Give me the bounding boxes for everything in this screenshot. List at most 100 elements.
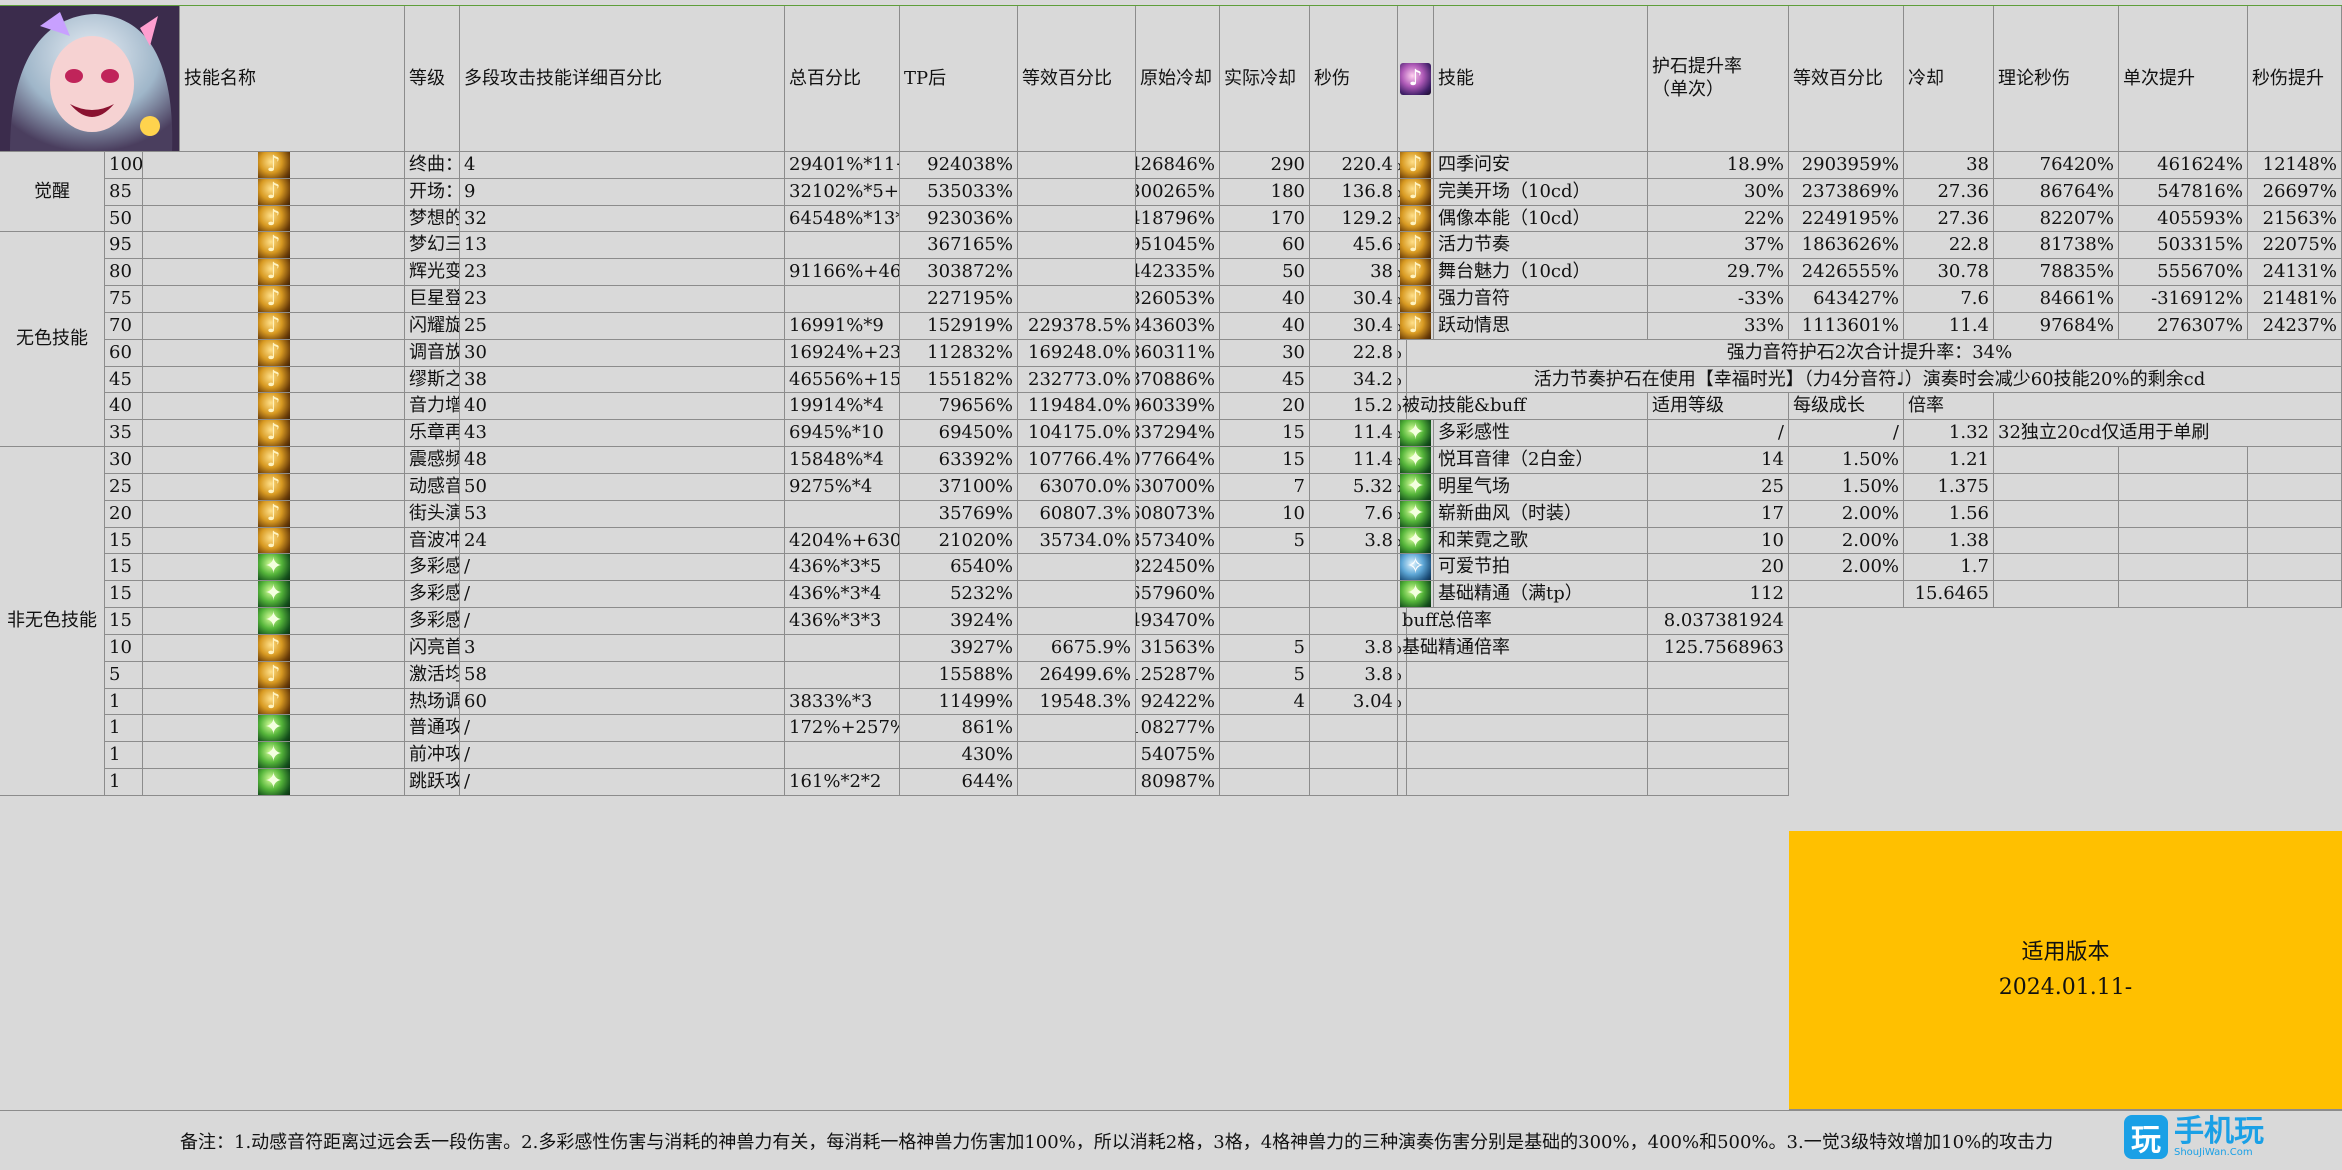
passive-icon-glyph: ✦ — [1400, 473, 1431, 500]
skill-lv: 95 — [105, 232, 143, 260]
skill-icon-glyph: ♪ — [257, 420, 290, 447]
skill-name: 震感频谱 — [405, 447, 460, 474]
skill-tp: 104175.0% — [1018, 420, 1136, 448]
stone-dps-gain: 26697% — [2248, 178, 2342, 206]
skill-multi: 436%*3*5 — [785, 554, 900, 582]
passive-level: 20 — [1648, 554, 1789, 582]
skill-total: 79656% — [900, 393, 1018, 421]
skill-tp — [1018, 608, 1136, 635]
skill-name: 多彩感性（律8♪力4♩ ） — [405, 608, 460, 635]
stone-icon-glyph: ♪ — [1400, 286, 1431, 312]
passive-icon-glyph: ✦ — [1400, 447, 1431, 473]
skill-icon: ♪ — [143, 152, 405, 179]
passive-blank — [2248, 500, 2342, 528]
skill-equiv: 4300265% — [1136, 178, 1220, 206]
skill-total: 3924% — [900, 608, 1018, 635]
stone-theory: 81738% — [1994, 232, 2119, 260]
skill-name: 普通攻击 — [405, 715, 460, 743]
skill-tp: 6675.9% — [1018, 634, 1136, 662]
skill-icon-glyph: ♪ — [257, 661, 290, 688]
skill-equiv: 630700% — [1136, 473, 1220, 501]
skill-icon-glyph: ✦ — [257, 715, 290, 742]
skill-base-cd: 180 — [1220, 178, 1310, 206]
skill-icon: ♪ — [143, 447, 405, 474]
skill-level: 43 — [460, 420, 785, 448]
skill-icon: ♪ — [143, 661, 405, 689]
portrait-art — [0, 6, 179, 151]
stone-cd: 30.78 — [1904, 259, 1994, 287]
skill-total: 303872% — [900, 259, 1018, 287]
passive-icon: ✦ — [1398, 500, 1434, 528]
blank-cell — [1398, 769, 1648, 796]
skill-name: 闪亮首秀 — [405, 634, 460, 662]
blank-cell — [1398, 742, 1648, 770]
passive-blank — [2248, 527, 2342, 555]
header-stone-icon-glyph: ♪ — [1400, 62, 1431, 95]
skill-base-cd — [1220, 715, 1310, 743]
skill-name: 闪耀旋律 — [405, 312, 460, 340]
stone-single: 461624% — [2119, 152, 2248, 179]
skill-icon: ♪ — [143, 527, 405, 555]
passive-name: 和茉霓之歌 — [1434, 527, 1648, 555]
skill-equiv: 2951045% — [1136, 232, 1220, 260]
skill-level: / — [460, 769, 785, 796]
blank-cell — [1648, 661, 1789, 689]
header-stone-icon: ♪ — [1398, 6, 1434, 152]
skill-equiv: 493470% — [1136, 608, 1220, 635]
version-date: 2024.01.11- — [1998, 975, 2133, 1000]
passive-icon: ✦ — [1398, 447, 1434, 474]
passive-blank — [2119, 447, 2248, 474]
skill-icon-glyph: ♪ — [257, 178, 290, 205]
skill-icon: ✦ — [143, 715, 405, 743]
stone-single: 503315% — [2119, 232, 2248, 260]
stone-cd: 22.8 — [1904, 232, 1994, 260]
skill-icon-glyph: ♪ — [257, 500, 290, 527]
skill-icon: ♪ — [143, 259, 405, 287]
skill-cd: 34.2 — [1310, 366, 1398, 394]
skill-cd: 11.4 — [1310, 420, 1398, 448]
header-equiv-pct: 等效百分比 — [1018, 6, 1136, 152]
skill-icon: ♪ — [143, 232, 405, 260]
skill-level: / — [460, 715, 785, 743]
skill-lv: 15 — [105, 608, 143, 635]
skill-name: 跳跃攻击 — [405, 769, 460, 796]
skill-lv: 70 — [105, 312, 143, 340]
header-dps: 秒伤 — [1310, 6, 1398, 152]
stone-gain: 33% — [1648, 312, 1789, 340]
skill-name: 激活均衡器 — [405, 661, 460, 689]
blank-cell — [1648, 688, 1789, 716]
passive-icon-glyph: ✦ — [1400, 581, 1431, 608]
watermark-logo: 玩 手机玩 ShouJiWan.Com — [2124, 1110, 2324, 1164]
skill-base-cd: 5 — [1220, 527, 1310, 555]
passive-growth: / — [1789, 420, 1904, 448]
stone-cd: 11.4 — [1904, 312, 1994, 340]
header-base-cd: 原始冷却 — [1136, 6, 1220, 152]
skill-tp: 229378.5% — [1018, 312, 1136, 340]
skill-total: 644% — [900, 769, 1018, 796]
skill-level: 4 — [460, 152, 785, 179]
skill-multi: 161%*2*2 — [785, 769, 900, 796]
skill-multi: 16924%+23977%*4 — [785, 339, 900, 367]
skill-name: 热场调音 — [405, 688, 460, 716]
blank-cell — [1648, 742, 1789, 770]
section-colorless: 无色技能 — [0, 232, 105, 448]
skill-multi: 6945%*10 — [785, 420, 900, 448]
skill-cd: 129.2 — [1310, 205, 1398, 233]
skill-equiv: 960339% — [1136, 393, 1220, 421]
skill-total: 37100% — [900, 473, 1018, 501]
skill-level: 53 — [460, 500, 785, 528]
skill-tp: 232773.0% — [1018, 366, 1136, 394]
skill-icon: ♪ — [143, 688, 405, 716]
skill-cd — [1310, 769, 1398, 796]
skill-base-cd: 50 — [1220, 259, 1310, 287]
skill-level: 30 — [460, 339, 785, 367]
blank-cell — [1398, 688, 1648, 716]
skill-base-cd: 5 — [1220, 661, 1310, 689]
skill-total: 152919% — [900, 312, 1018, 340]
passive-icon-glyph: ✦ — [1400, 527, 1431, 554]
skill-level: 24 — [460, 527, 785, 555]
skill-icon: ♪ — [143, 366, 405, 394]
skill-icon-glyph: ♪ — [257, 259, 290, 286]
stone-dps-gain: 22075% — [2248, 232, 2342, 260]
passive-icon: ✦ — [1398, 420, 1434, 448]
